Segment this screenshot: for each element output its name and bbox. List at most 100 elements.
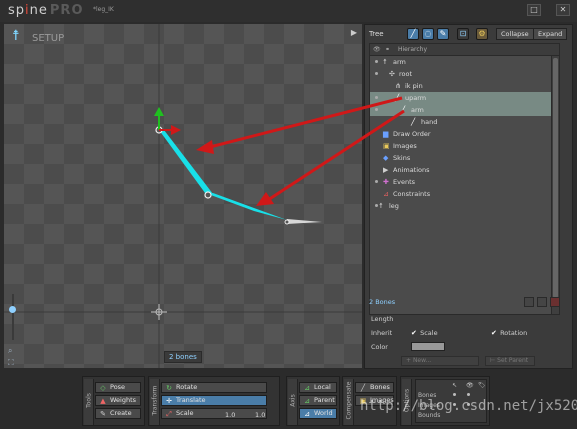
visibility-column-icon[interactable]: 👁 (373, 46, 381, 53)
tree-row-root[interactable]: ✣ root (370, 68, 559, 80)
inherit-scale-checkbox[interactable]: ✔ Scale (411, 329, 438, 337)
weights-button[interactable]: ▲ Weights (95, 395, 141, 406)
tree-panel: Tree ╱ ◌ ✎ ⊡ ⚙ Collapse Expand 👁 ⚭ Hiera… (364, 24, 573, 369)
visibility-dot[interactable] (375, 72, 378, 75)
tree-row-constraints[interactable]: ⊿ Constraints (370, 188, 559, 200)
pose-button[interactable]: ◇ Pose (95, 382, 141, 393)
bone-properties: Length Inherit ✔ Scale ✔ Rotation Color (369, 312, 568, 352)
tree-row-uparm[interactable]: ╱ uparm (370, 92, 559, 104)
create-button[interactable]: ✎ Create (95, 408, 141, 419)
weights-icon: ▲ (100, 397, 106, 405)
parent-axis-icon: ⊿ (304, 397, 310, 405)
visibility-dot[interactable] (375, 108, 378, 111)
duplicate-icon[interactable] (524, 297, 534, 307)
settings-icon[interactable]: ⚙ (476, 28, 488, 40)
option-bones-visible-dot[interactable] (467, 393, 470, 396)
parent-axis-button[interactable]: ⊿ Parent (299, 395, 337, 406)
option-name-icon[interactable]: 🏷 (478, 382, 486, 389)
option-bones-select-dot[interactable] (453, 393, 456, 396)
transform-group: Transform ↻ Rotate ✛ Translate ⤢ Scale 1.0 … (148, 376, 280, 426)
hierarchy-tree: 👁 ⚭ Hierarchy ☨ arm ✣ root ⋔ ik pin ╱ uparm ╱ arm… (369, 43, 560, 315)
animations-icon: ▶ (383, 166, 389, 174)
inherit-rotation-checkbox[interactable]: ✔ Rotation (491, 329, 527, 337)
fit-view-icon[interactable]: ⛶ (8, 358, 14, 368)
tree-row-leg[interactable]: ☨ leg (370, 200, 559, 212)
scale-button[interactable]: ⤢ Scale (161, 408, 267, 419)
move-icon[interactable] (537, 297, 547, 307)
y-axis-arrow-icon (154, 107, 164, 116)
compensate-bones-icon: ╱ (360, 384, 366, 392)
new-button[interactable]: + New... (401, 356, 479, 366)
local-axis-button[interactable]: ⊿ Local (299, 382, 337, 393)
visibility-dot[interactable] (375, 204, 378, 207)
close-button[interactable]: ✕ (556, 4, 570, 16)
axis-group: Axis ⊿ Local ⊿ Parent ⊿ World (286, 376, 340, 426)
skeleton-icon: ☨ (379, 202, 383, 210)
select-icon[interactable]: ⊡ (457, 28, 469, 40)
compensate-bones-button[interactable]: ╱ Bones (355, 382, 394, 393)
expand-button[interactable]: Expand (533, 28, 568, 40)
scale-x-value[interactable]: 1.0 (225, 411, 235, 419)
visibility-dot[interactable] (375, 60, 378, 63)
set-parent-button[interactable]: ⊢ Set Parent (485, 356, 535, 366)
tree-row-hand[interactable]: ╱ hand (370, 116, 559, 128)
bone-icon: ╱ (395, 94, 400, 102)
events-icon: ✚ (383, 178, 389, 186)
option-select-icon[interactable]: ↖ (452, 382, 457, 389)
tree-row-arm[interactable]: ☨ arm (370, 56, 559, 68)
tree-row-animations[interactable]: ▶ Animations (370, 164, 559, 176)
hand-joint (284, 219, 290, 225)
translate-icon: ✛ (166, 397, 172, 405)
tree-row-draw-order[interactable]: ▆ Draw Order (370, 128, 559, 140)
images-icon: ▣ (383, 142, 390, 150)
tree-scrollbar[interactable] (551, 56, 559, 314)
viewport[interactable]: ☨ SETUP ▶ ⌕ ⛶ 2 bones (4, 24, 362, 368)
tree-panel-header: Tree ╱ ◌ ✎ ⊡ ⚙ Collapse Expand (365, 25, 572, 43)
tree-row-events[interactable]: ✚ Events (370, 176, 559, 188)
visibility-dot[interactable] (375, 180, 378, 183)
bone-icon: ╱ (411, 118, 416, 126)
viewport-canvas (4, 24, 362, 368)
tree-row-label: arm (411, 106, 424, 114)
create-icon: ✎ (100, 410, 106, 418)
bones-filter-icon[interactable]: ╱ (407, 28, 419, 40)
tree-row-arm[interactable]: ╱ arm (370, 104, 559, 116)
title-bar: spine PRO *leg_IK □ ✕ (0, 0, 577, 22)
origin-crosshair-icon (151, 304, 167, 320)
tree-row-label: Constraints (393, 190, 431, 198)
bone-root-icon: ✣ (389, 70, 395, 78)
zoom-icon[interactable]: ⌕ (8, 346, 12, 356)
scale-y-value[interactable]: 1.0 (255, 411, 265, 419)
pose-icon: ◇ (100, 384, 106, 392)
tree-header-label: Hierarchy (398, 46, 428, 53)
link-column-icon[interactable]: ⚭ (385, 46, 390, 53)
draw-order-icon: ▆ (383, 130, 389, 138)
x-axis-arrow-icon (171, 125, 181, 135)
inherit-row: Inherit ✔ Scale ✔ Rotation (369, 326, 568, 339)
rotate-button[interactable]: ↻ Rotate (161, 382, 267, 393)
world-axis-icon: ⊿ (304, 410, 310, 418)
visibility-dot[interactable] (375, 96, 378, 99)
tree-row-images[interactable]: ▣ Images (370, 140, 559, 152)
tree-row-label: Images (393, 142, 417, 150)
tree-row-label: root (399, 70, 413, 78)
attachments-filter-icon[interactable]: ✎ (437, 28, 449, 40)
collapse-button[interactable]: Collapse (496, 28, 534, 40)
tree-row-label: Draw Order (393, 130, 431, 138)
maximize-button[interactable]: □ (527, 4, 541, 16)
translate-button[interactable]: ✛ Translate (161, 395, 267, 406)
watermark-text: http://blog.csdn.net/jx520 (360, 398, 577, 414)
slots-filter-icon[interactable]: ◌ (422, 28, 434, 40)
tree-row-label: Events (393, 178, 416, 186)
local-axis-icon: ⊿ (304, 384, 310, 392)
world-axis-button[interactable]: ⊿ World (299, 408, 337, 419)
arm-joint (204, 191, 212, 199)
tree-row-skins[interactable]: ◆ Skins (370, 152, 559, 164)
tree-row-ik-pin[interactable]: ⋔ ik pin (370, 80, 559, 92)
tools-group: Tools ◇ Pose ▲ Weights ✎ Create (82, 376, 145, 426)
option-visible-icon[interactable]: 👁 (466, 382, 474, 389)
length-row: Length (369, 312, 568, 325)
color-swatch[interactable] (411, 342, 445, 351)
delete-icon[interactable] (550, 297, 560, 307)
rotate-icon: ↻ (166, 384, 172, 392)
